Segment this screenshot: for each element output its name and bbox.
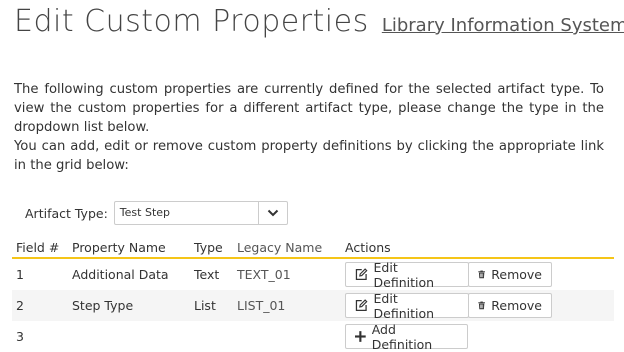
artifact-type-label: Artifact Type:: [25, 205, 108, 221]
property-name: Additional Data: [72, 267, 169, 282]
field-number: 2: [12, 290, 72, 321]
table-row: 3 Add Definition: [12, 321, 614, 352]
header-actions: Actions: [345, 233, 614, 259]
header-property-name: Property Name: [72, 233, 194, 259]
artifact-type-selected: Test Step: [119, 206, 171, 219]
trash-icon: [478, 301, 485, 310]
property-type: List: [194, 290, 237, 321]
table-row: 1 Additional Data Text TEXT_01 Edit Defi…: [12, 258, 614, 290]
page-header: Edit Custom Properties Library Informati…: [14, 4, 624, 39]
header-legacy-name: Legacy Name: [237, 233, 345, 259]
artifact-type-filter: Artifact Type: Test Step: [25, 200, 288, 226]
edit-definition-button[interactable]: Edit Definition: [345, 259, 469, 290]
actions-cell: Edit Definition Remove: [345, 290, 614, 321]
field-number: 1: [16, 267, 24, 282]
page-title: Edit Custom Properties: [14, 4, 369, 39]
add-definition-label: Add Definition: [371, 321, 433, 352]
legacy-name: TEXT_01: [237, 267, 291, 282]
custom-properties-grid: Field # Property Name Type Legacy Name A…: [12, 233, 614, 352]
grid-header-row: Field # Property Name Type Legacy Name A…: [12, 233, 614, 259]
property-type: Text: [194, 267, 220, 282]
header-field-number: Field #: [12, 233, 72, 259]
remove-button[interactable]: Remove: [468, 262, 552, 287]
edit-definition-button[interactable]: Edit Definition: [345, 290, 469, 321]
intro-paragraph-1: The following custom properties are curr…: [14, 82, 604, 135]
edit-definition-label: Edit Definition: [373, 290, 435, 321]
legacy-name: LIST_01: [237, 290, 345, 321]
edit-icon: [355, 268, 368, 280]
trash-icon: [478, 270, 485, 279]
actions-cell: Add Definition: [345, 321, 614, 352]
table-row: 2 Step Type List LIST_01 Edit Definition…: [12, 290, 614, 321]
plus-icon: [355, 331, 366, 342]
project-link[interactable]: Library Information System: [382, 15, 624, 36]
remove-label: Remove: [491, 267, 542, 282]
remove-button[interactable]: Remove: [468, 293, 552, 318]
artifact-type-dropdown[interactable]: Test Step: [113, 201, 288, 225]
property-name: Step Type: [72, 290, 194, 321]
intro-text: The following custom properties are curr…: [14, 80, 604, 175]
intro-paragraph-2: You can add, edit or remove custom prope…: [14, 139, 604, 173]
field-number: 3: [16, 329, 24, 344]
chevron-down-icon[interactable]: [257, 202, 287, 224]
remove-label: Remove: [491, 298, 542, 313]
actions-cell: Edit Definition Remove: [345, 258, 614, 290]
header-type: Type: [194, 233, 237, 259]
add-definition-button[interactable]: Add Definition: [345, 321, 468, 352]
edit-definition-label: Edit Definition: [373, 259, 435, 290]
edit-icon: [355, 299, 368, 311]
